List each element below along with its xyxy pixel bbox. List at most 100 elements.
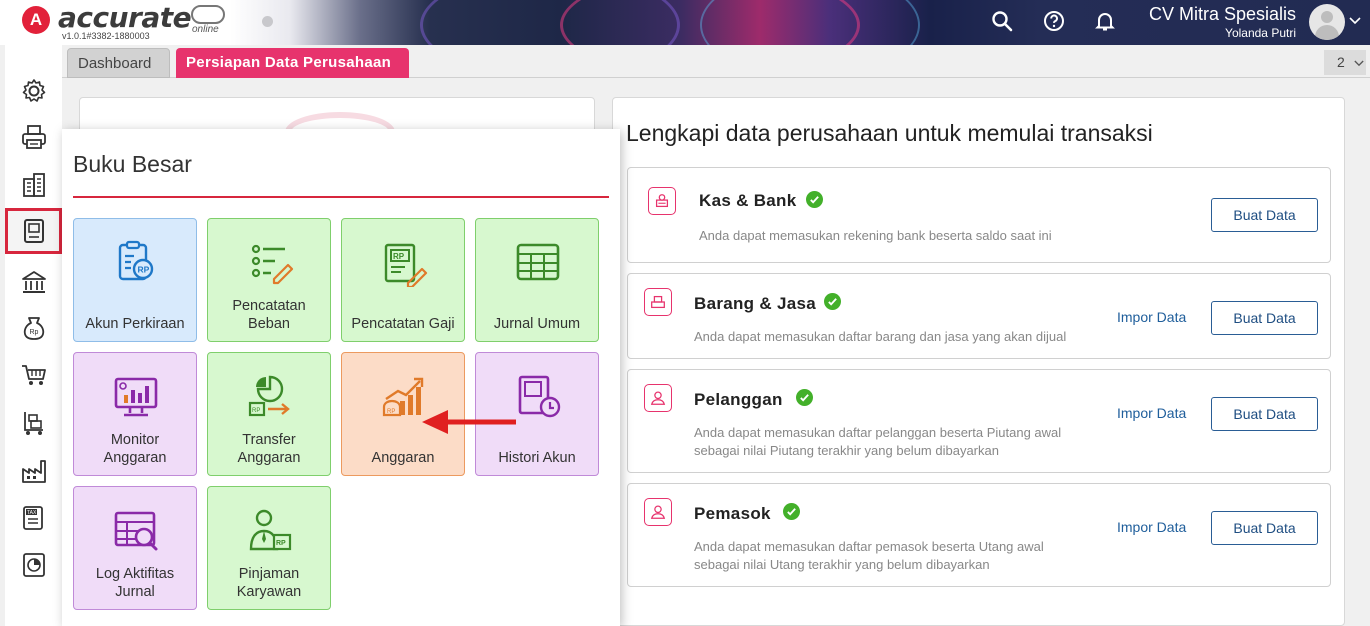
annotation-arrow-icon — [422, 410, 516, 434]
tax-icon: TAX — [22, 506, 43, 530]
sidebar-item-purchase[interactable] — [5, 352, 62, 398]
gear-icon — [22, 79, 45, 102]
check-icon — [783, 503, 800, 520]
building-icon — [22, 173, 45, 197]
svg-text:Rp: Rp — [29, 329, 38, 336]
card-description: Anda dapat memasukan daftar pelanggan be… — [694, 425, 1062, 440]
customer-icon — [644, 384, 672, 412]
user-name: Yolanda Putri — [1225, 26, 1296, 40]
trolley-icon — [23, 412, 43, 435]
top-header: A accurate online v1.0.1#3382-1880003 CV… — [0, 0, 1370, 45]
tile-log-aktifitas-jurnal[interactable]: Log Aktifitas Jurnal — [73, 486, 197, 610]
card-title: Pemasok — [694, 504, 771, 523]
card-description: Anda dapat memasukan rekening bank beser… — [699, 228, 1052, 243]
supplier-icon — [644, 498, 672, 526]
tile-label: Akun Perkiraan — [85, 316, 185, 332]
buat-data-button[interactable]: Buat Data — [1211, 511, 1318, 545]
sidebar-item-report[interactable] — [5, 542, 62, 588]
svg-text:RP: RP — [393, 252, 405, 261]
tile-pinjaman-karyawan[interactable]: RP Pinjaman Karyawan — [207, 486, 331, 610]
factory-icon — [21, 460, 46, 483]
tile-label-line2: Beban — [248, 316, 290, 332]
card-kas-bank: Kas & Bank Anda dapat memasukan rekening… — [627, 167, 1331, 263]
tab-dashboard[interactable]: Dashboard — [67, 48, 170, 78]
avatar[interactable] — [1309, 4, 1345, 40]
card-description-line2: sebagai nilai Utang terakhir yang belum … — [694, 557, 990, 572]
tile-label-line2: Jurnal — [115, 584, 155, 600]
employee-loan-icon: RP — [249, 509, 292, 551]
logo-badge[interactable]: A — [22, 6, 50, 34]
journal-grid-icon — [516, 243, 560, 281]
tile-jurnal-umum[interactable]: Jurnal Umum — [475, 218, 599, 342]
check-icon — [796, 389, 813, 406]
search-icon[interactable] — [990, 9, 1016, 35]
monitor-chart-icon — [114, 377, 158, 417]
sidebar-item-inventory[interactable] — [5, 400, 62, 446]
tile-label-line2: Anggaran — [237, 450, 301, 466]
tile-monitor-anggaran[interactable]: Monitor Anggaran — [73, 352, 197, 476]
buat-data-button[interactable]: Buat Data — [1211, 198, 1318, 232]
sidebar-item-settings[interactable] — [5, 68, 62, 114]
divider — [73, 196, 609, 198]
transfer-pie-icon: RP — [248, 375, 290, 417]
tile-label: Anggaran — [371, 450, 435, 466]
company-info[interactable]: CV Mitra Spesialis Yolanda Putri — [1149, 4, 1296, 40]
sidebar-item-print[interactable] — [5, 114, 62, 160]
tab-count-dropdown[interactable]: 2 — [1324, 50, 1366, 75]
cloud-icon — [191, 5, 225, 24]
impor-data-link[interactable]: Impor Data — [1117, 519, 1186, 535]
printer-icon — [21, 125, 46, 149]
sidebar-item-production[interactable] — [5, 448, 62, 494]
card-pemasok: Pemasok Anda dapat memasukan daftar pema… — [627, 483, 1331, 587]
tile-label: Histori Akun — [498, 450, 576, 466]
buat-data-button[interactable]: Buat Data — [1211, 397, 1318, 431]
tab-bar: Dashboard Persiapan Data Perusahaan — [62, 45, 1370, 78]
status-dot-icon — [262, 16, 273, 27]
logo-text[interactable]: accurate — [58, 1, 192, 34]
tile-transfer-anggaran[interactable]: RP Transfer Anggaran — [207, 352, 331, 476]
tile-label: Transfer — [242, 432, 296, 448]
sidebar-item-sales[interactable]: Rp — [5, 305, 62, 351]
svg-text:RP: RP — [387, 409, 395, 415]
page-title: Lengkapi data perusahaan untuk memulai t… — [626, 120, 1153, 146]
svg-text:RP: RP — [276, 540, 286, 547]
card-description: Anda dapat memasukan daftar barang dan j… — [694, 329, 1067, 344]
tile-akun-perkiraan[interactable]: RP Akun Perkiraan — [73, 218, 197, 342]
card-title: Barang & Jasa — [694, 294, 817, 313]
tile-label-line2: Anggaran — [103, 450, 167, 466]
svg-text:TAX: TAX — [27, 510, 37, 516]
help-icon[interactable] — [1042, 9, 1068, 35]
tile-label: Log Aktifitas — [95, 566, 175, 582]
expense-list-icon — [251, 244, 294, 285]
bell-icon[interactable] — [1093, 9, 1119, 35]
account-chart-icon: RP — [118, 240, 154, 281]
impor-data-link[interactable]: Impor Data — [1117, 309, 1186, 325]
chevron-down-icon — [1354, 60, 1364, 67]
sidebar-item-tax[interactable]: TAX — [5, 495, 62, 541]
logo-subtitle: online — [192, 24, 219, 35]
card-title: Pelanggan — [694, 390, 783, 409]
tab-persiapan-data[interactable]: Persiapan Data Perusahaan — [176, 48, 409, 78]
check-icon — [806, 191, 823, 208]
impor-data-link[interactable]: Impor Data — [1117, 405, 1186, 421]
cash-icon — [648, 187, 676, 215]
card-title: Kas & Bank — [699, 191, 797, 210]
buat-data-button[interactable]: Buat Data — [1211, 301, 1318, 335]
menu-title: Buku Besar — [73, 151, 192, 177]
svg-text:RP: RP — [138, 265, 150, 275]
tile-label: Jurnal Umum — [493, 316, 581, 332]
tile-pencatatan-gaji[interactable]: RP Pencatatan Gaji — [341, 218, 465, 342]
card-pelanggan: Pelanggan Anda dapat memasukan daftar pe… — [627, 369, 1331, 473]
payroll-document-icon: RP — [384, 243, 428, 287]
chevron-down-icon[interactable] — [1349, 14, 1361, 28]
tile-pencatatan-beban[interactable]: Pencatatan Beban — [207, 218, 331, 342]
tile-label: Pinjaman — [238, 566, 300, 582]
tile-label: Pencatatan Gaji — [351, 316, 455, 332]
sidebar-item-bank[interactable] — [5, 260, 62, 306]
sidebar-item-company[interactable] — [5, 162, 62, 208]
report-icon — [22, 553, 45, 577]
box-icon — [644, 288, 672, 316]
sidebar-item-ledger[interactable] — [5, 208, 62, 254]
company-name: CV Mitra Spesialis — [1148, 4, 1296, 24]
version-label: v1.0.1#3382-1880003 — [62, 31, 150, 41]
